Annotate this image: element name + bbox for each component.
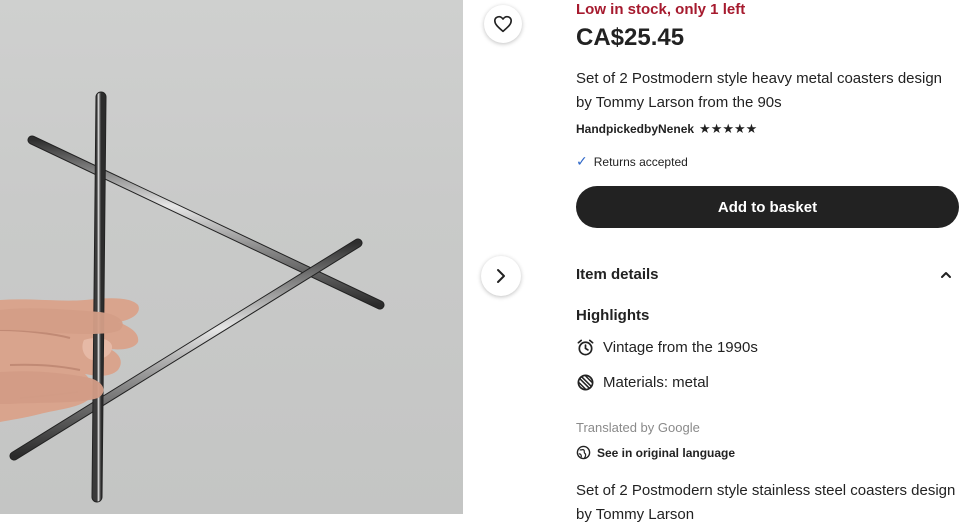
chevron-up-icon — [941, 271, 951, 278]
highlight-vintage: Vintage from the 1990s — [576, 338, 758, 357]
returns-row: ✓ Returns accepted — [576, 153, 688, 170]
shop-name-link[interactable]: HandpickedbyNenek — [576, 122, 694, 136]
returns-text: Returns accepted — [593, 154, 688, 169]
shop-rating-row: HandpickedbyNenek ★★★★★ — [576, 121, 757, 137]
star-rating[interactable]: ★★★★★ — [699, 121, 757, 137]
item-description: Set of 2 Postmodern style stainless stee… — [576, 482, 956, 523]
materials-icon — [577, 374, 594, 391]
product-photo[interactable] — [0, 0, 463, 514]
favorite-button[interactable] — [484, 5, 522, 43]
highlight-vintage-text: Vintage from the 1990s — [603, 339, 758, 356]
translated-by-google: Translated by Google — [576, 420, 700, 435]
highlights-heading: Highlights — [576, 307, 650, 324]
highlight-materials: Materials: metal — [576, 373, 709, 392]
stock-status: Low in stock, only 1 left — [576, 1, 746, 18]
chevron-right-icon — [497, 269, 505, 283]
see-original-label: See in original language — [597, 445, 736, 460]
check-icon: ✓ — [576, 153, 588, 169]
alarm-clock-icon — [577, 339, 594, 356]
product-photo-illustration — [0, 91, 385, 503]
price: CA$25.45 — [576, 24, 685, 51]
see-original-language-button[interactable]: See in original language — [576, 445, 735, 460]
product-title: Set of 2 Postmodern style heavy metal co… — [576, 70, 943, 111]
highlight-materials-text: Materials: metal — [603, 374, 709, 391]
next-image-button[interactable] — [481, 256, 521, 296]
add-to-basket-button[interactable]: Add to basket — [576, 186, 959, 228]
globe-icon — [576, 445, 591, 460]
item-details-title: Item details — [576, 266, 659, 283]
heart-icon — [494, 15, 512, 33]
item-details-toggle[interactable]: Item details — [576, 266, 960, 283]
